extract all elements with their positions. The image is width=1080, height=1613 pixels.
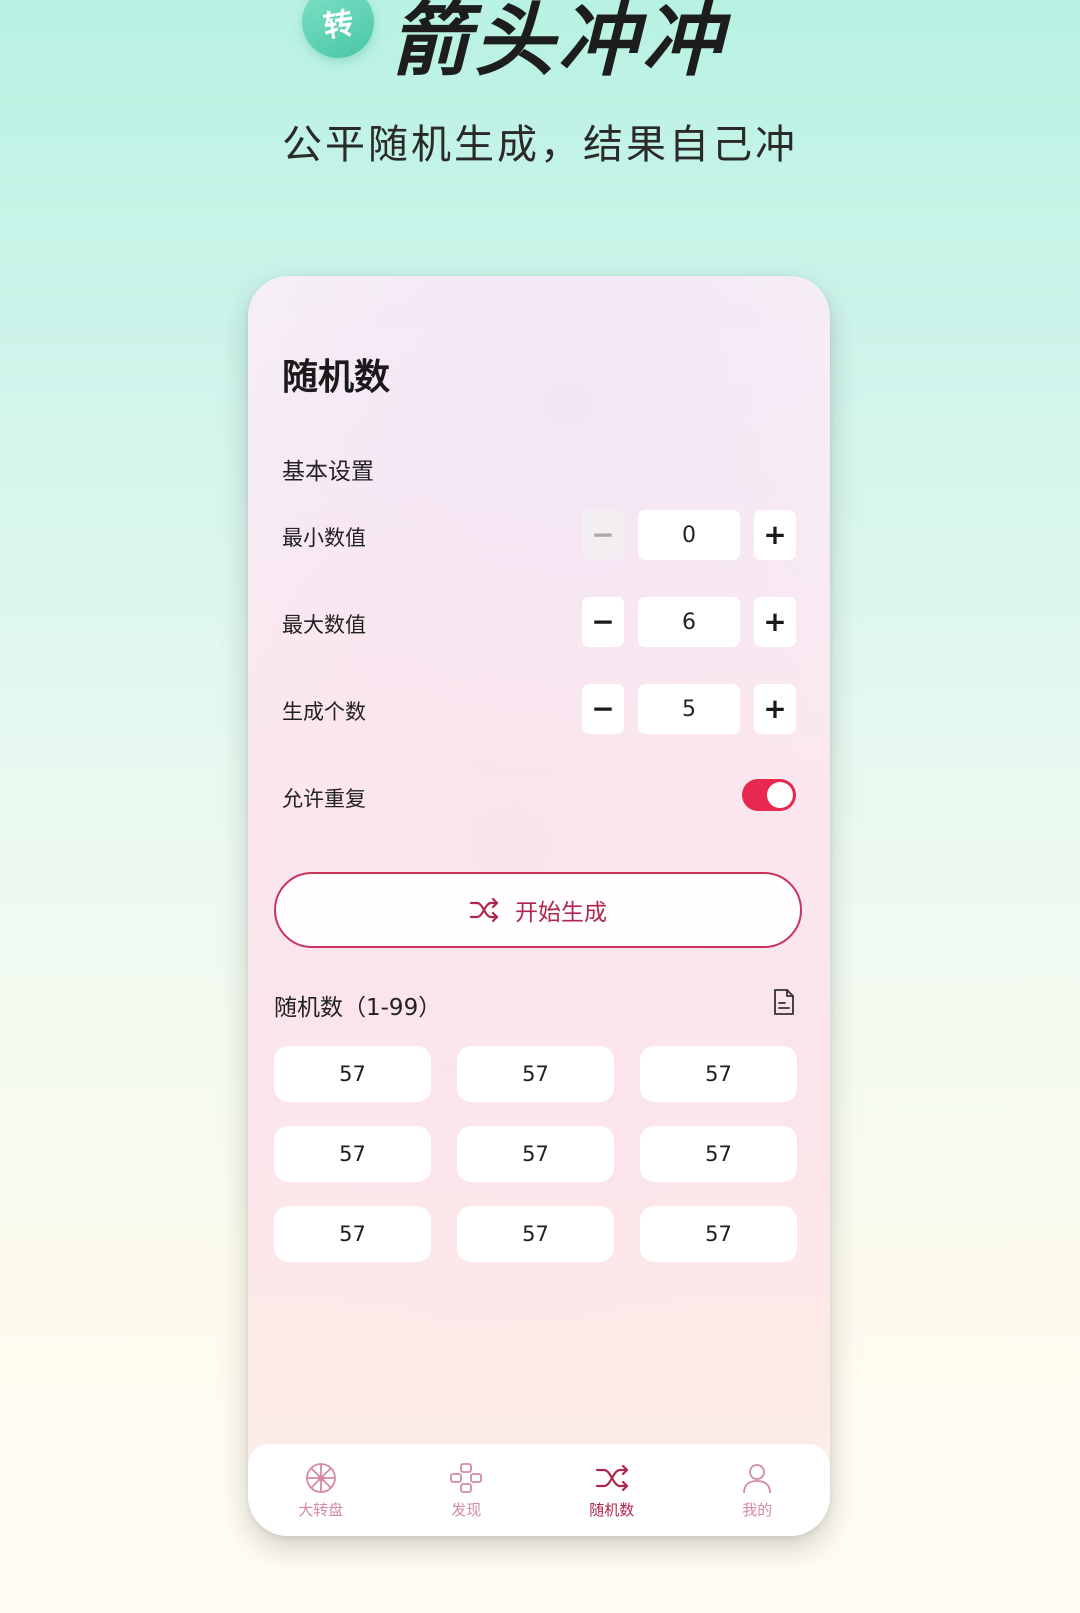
nav-label-discover: 发现 [451,1500,482,1519]
result-cell[interactable]: 57 [640,1126,797,1182]
max-value-label: 最大数值 [282,613,366,637]
result-cell[interactable]: 57 [457,1206,614,1262]
max-value-field[interactable]: 6 [638,597,740,647]
min-decrement-button[interactable]: − [582,510,624,560]
count-stepper: − 5 + [582,684,796,734]
user-icon [743,1463,772,1493]
allow-repeat-label: 允许重复 [282,787,366,811]
gamepad-icon [450,1462,483,1493]
min-value-row: 最小数值 − 0 + [282,510,796,560]
nav-item-discover[interactable]: 发现 [394,1444,540,1536]
nav-item-wheel[interactable]: 大转盘 [248,1444,394,1536]
result-cell[interactable]: 57 [457,1046,614,1102]
min-increment-button[interactable]: + [754,510,796,560]
toggle-knob [767,782,793,808]
shuffle-icon [469,897,499,923]
allow-repeat-row: 允许重复 [282,771,796,821]
max-value-row: 最大数值 − 6 + [282,597,796,647]
min-value-stepper: − 0 + [582,510,796,560]
count-decrement-button[interactable]: − [582,684,624,734]
nav-label-wheel: 大转盘 [298,1500,344,1519]
result-cell[interactable]: 57 [274,1046,431,1102]
shuffle-icon [595,1464,628,1491]
nav-label-mine: 我的 [742,1500,773,1519]
results-grid: 57 57 57 57 57 57 57 57 57 [274,1046,798,1262]
phone-screen: 随机数 基本设置 最小数值 − 0 + 最大数值 − 6 + 生成个数 − 5 … [248,276,830,1536]
max-value-stepper: − 6 + [582,597,796,647]
document-icon[interactable] [772,988,796,1016]
nav-item-random[interactable]: 随机数 [539,1444,685,1536]
max-decrement-button[interactable]: − [582,597,624,647]
promo-badge: 转 [297,0,379,63]
section-title-basic-settings: 基本设置 [282,459,374,485]
promo-subtitle: 公平随机生成，结果自己冲 [282,122,798,168]
start-generate-label: 开始生成 [515,900,607,926]
result-cell[interactable]: 57 [274,1206,431,1262]
count-value-field[interactable]: 5 [638,684,740,734]
start-generate-button[interactable]: 开始生成 [274,872,802,948]
result-cell[interactable]: 57 [274,1126,431,1182]
max-increment-button[interactable]: + [754,597,796,647]
allow-repeat-toggle[interactable] [742,779,796,811]
wheel-icon [305,1462,336,1493]
count-increment-button[interactable]: + [754,684,796,734]
page-title: 随机数 [282,357,391,398]
result-cell[interactable]: 57 [640,1046,797,1102]
result-cell[interactable]: 57 [640,1206,797,1262]
count-label: 生成个数 [282,700,366,724]
result-cell[interactable]: 57 [457,1126,614,1182]
count-row: 生成个数 − 5 + [282,684,796,734]
results-title: 随机数（1-99） [274,995,442,1021]
promo-title: 箭头冲冲 [390,0,726,87]
min-value-label: 最小数值 [282,526,366,550]
nav-label-random: 随机数 [589,1500,635,1519]
min-value-field[interactable]: 0 [638,510,740,560]
nav-item-mine[interactable]: 我的 [685,1444,831,1536]
bottom-nav: 大转盘 发现 随机数 我的 [248,1444,830,1536]
